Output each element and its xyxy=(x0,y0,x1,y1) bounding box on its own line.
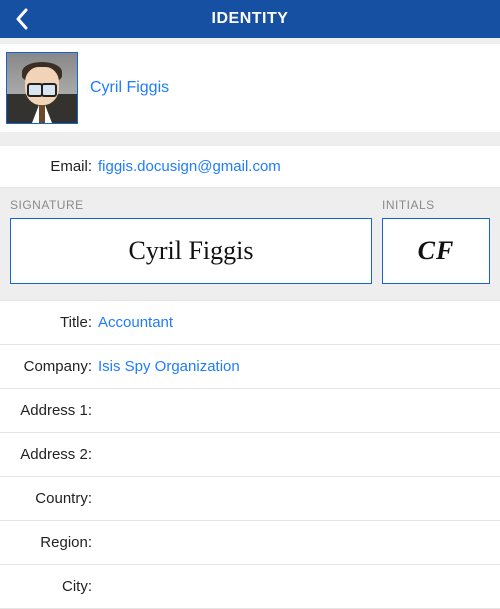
signature-section: SIGNATURE INITIALS Cyril Figgis CF xyxy=(0,188,500,300)
title-row[interactable]: Title: Accountant xyxy=(0,300,500,345)
region-row[interactable]: Region: xyxy=(0,521,500,565)
company-value: Isis Spy Organization xyxy=(96,358,492,375)
back-button[interactable] xyxy=(8,5,36,33)
chevron-left-icon xyxy=(15,8,29,30)
page-title: IDENTITY xyxy=(212,10,289,28)
detail-list: Title: Accountant Company: Isis Spy Orga… xyxy=(0,300,500,609)
signature-box[interactable]: Cyril Figgis xyxy=(10,218,372,284)
address2-label: Address 2: xyxy=(8,446,96,463)
title-label: Title: xyxy=(8,314,96,331)
initials-text: CF xyxy=(418,236,455,266)
profile-name: Cyril Figgis xyxy=(90,79,169,97)
country-label: Country: xyxy=(8,490,96,507)
title-value: Accountant xyxy=(96,314,492,331)
signature-text: Cyril Figgis xyxy=(129,236,254,266)
header-bar: IDENTITY xyxy=(0,0,500,38)
email-label: Email: xyxy=(8,158,96,175)
region-label: Region: xyxy=(8,534,96,551)
profile-row[interactable]: Cyril Figgis xyxy=(0,44,500,132)
spacer xyxy=(0,132,500,146)
city-label: City: xyxy=(8,578,96,595)
address1-row[interactable]: Address 1: xyxy=(0,389,500,433)
email-value: figgis.docusign@gmail.com xyxy=(96,158,492,175)
address2-row[interactable]: Address 2: xyxy=(0,433,500,477)
avatar[interactable] xyxy=(6,52,78,124)
signature-heading: SIGNATURE xyxy=(10,198,372,212)
city-row[interactable]: City: xyxy=(0,565,500,609)
email-row[interactable]: Email: figgis.docusign@gmail.com xyxy=(0,146,500,188)
initials-box[interactable]: CF xyxy=(382,218,490,284)
address1-label: Address 1: xyxy=(8,402,96,419)
initials-heading: INITIALS xyxy=(382,198,490,212)
country-row[interactable]: Country: xyxy=(0,477,500,521)
company-label: Company: xyxy=(8,358,96,375)
company-row[interactable]: Company: Isis Spy Organization xyxy=(0,345,500,389)
